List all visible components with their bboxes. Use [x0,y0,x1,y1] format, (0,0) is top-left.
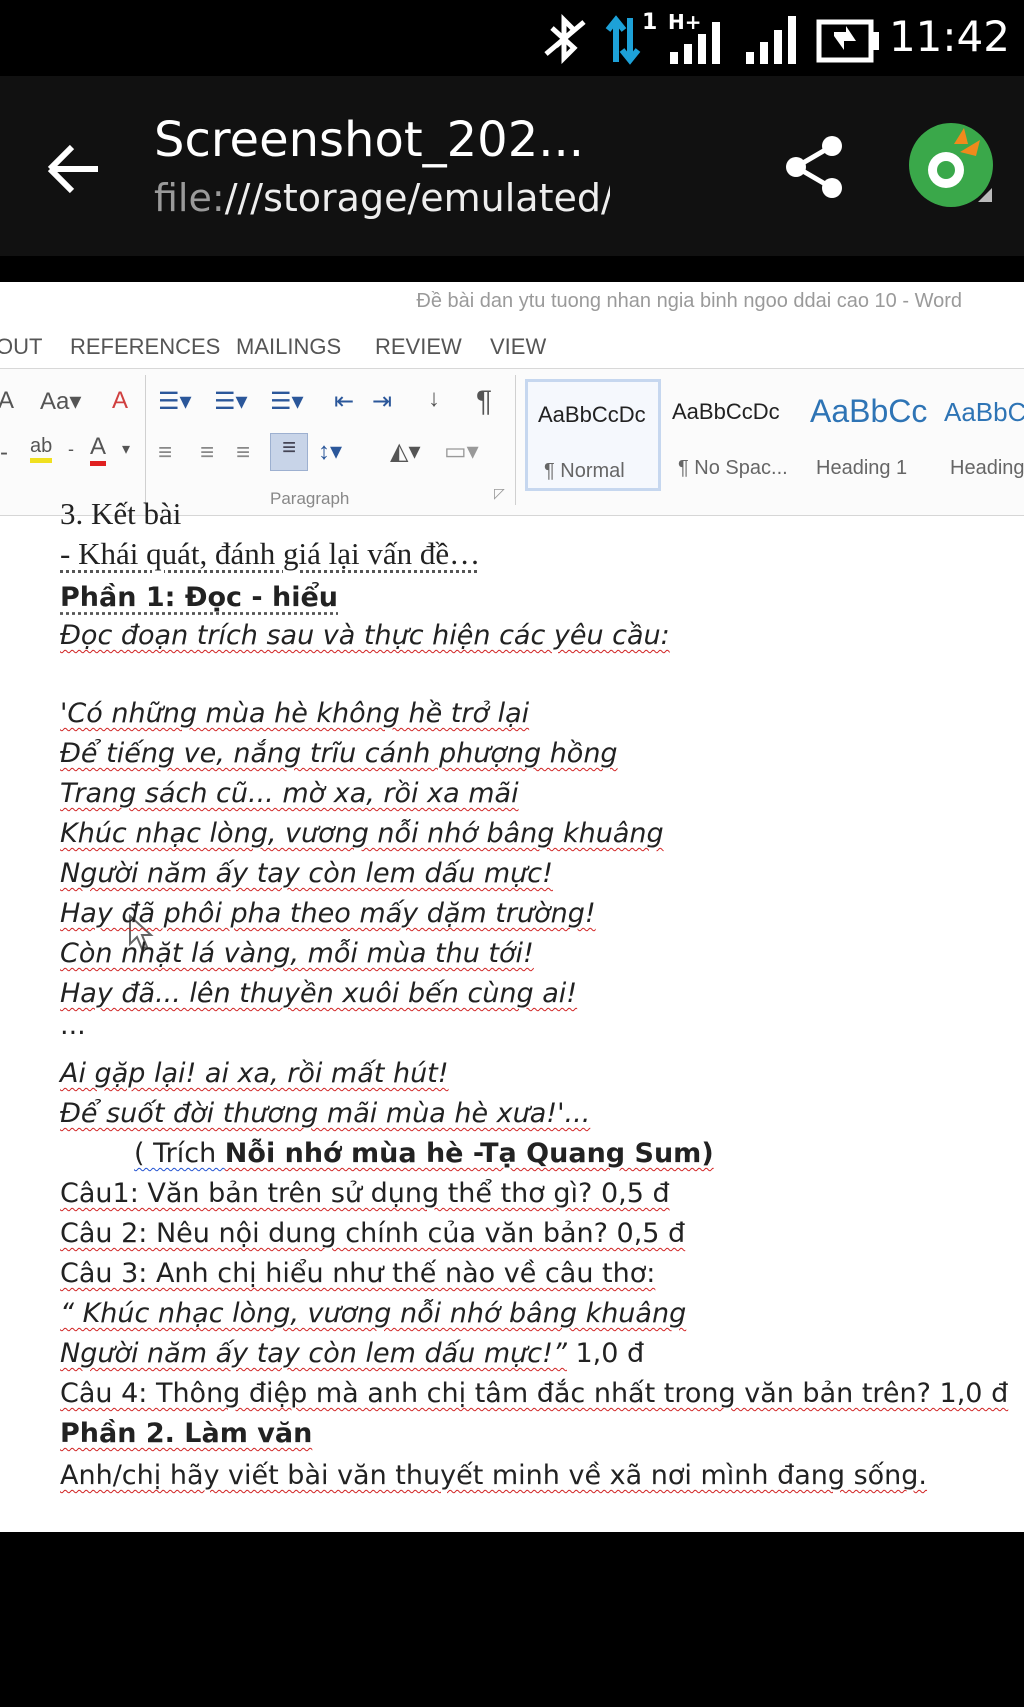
poem-line: Người năm ấy tay còn lem dấu mực! [60,858,553,889]
tab-review[interactable]: REVIEW [375,334,462,360]
poem-line: Để tiếng ve, nắng trĩu cánh phượng hồng [60,738,618,769]
coc-coc-browser-icon[interactable] [908,122,994,208]
sim-slot-label: 1 [642,10,658,35]
change-case-label: Aa [40,388,70,415]
tab-layout[interactable]: OUT [0,334,42,360]
tab-view[interactable]: VIEW [490,334,546,360]
tab-mailings[interactable]: MAILINGS [236,334,341,360]
highlight-icon[interactable]: ab [30,435,53,463]
document-body: 3. Kết bài - Khái quát, đánh giá lại vấn… [0,496,1024,1532]
question-line: Câu1: Văn bản trên sử dụng thể thơ gì? 0… [60,1178,670,1209]
style-name: ¶ No Spac... [678,457,788,479]
ribbon-tabs: OUT REFERENCES MAILINGS REVIEW VIEW [0,322,1024,369]
style-heading-2[interactable]: AaBbC Heading [934,379,1024,485]
clear-format-icon[interactable]: A [112,387,128,415]
ribbon: A Aa▾ A - ab - A ▾ ☰▾ ☰▾ ☰▾ ⇤ ⇥ ↓ ¶ ≡ ≡ … [0,369,1024,516]
style-sample: AaBbCcDc [538,402,646,427]
quote-points: 1,0 đ [566,1338,645,1369]
numbering-icon[interactable]: ☰▾ [214,387,248,416]
question-line: Câu 3: Anh chị hiểu như thế nào về câu t… [60,1258,656,1289]
source-line: ( Trích Nỗi nhớ mùa hè -Tạ Quang Sum) [134,1138,714,1169]
pilcrow-icon[interactable]: ¶ [476,385,492,419]
style-name: ¶ Normal [544,460,625,482]
document-title: Đề bài dan ytu tuong nhan ngia binh ngoo… [416,290,962,312]
poem-line: Hay đã phôi pha theo mấy dặm trường! [60,898,596,929]
signal-icon [746,16,796,64]
part2-task: Anh/chị hãy viết bài văn thuyết minh về … [60,1460,928,1491]
question-line: Câu 4: Thông điệp mà anh chị tâm đắc nhấ… [60,1378,1009,1409]
back-arrow-icon[interactable] [40,134,110,204]
app-bar: Screenshot_202... file:///storage/emulat… [0,76,1024,256]
share-icon[interactable] [780,132,850,202]
tab-references[interactable]: REFERENCES [70,334,220,360]
borders-icon[interactable]: ▭▾ [444,437,479,466]
data-transfer-icon [605,15,641,65]
style-sample: AaBbCc [810,393,928,429]
word-title-bar: Đề bài dan ytu tuong nhan ngia binh ngoo… [0,282,1024,322]
quote-text: Người năm ấy tay còn lem dấu mực!” [60,1338,567,1369]
dropdown-icon[interactable]: - [0,439,8,467]
style-heading-1[interactable]: AaBbCc Heading 1 [800,379,930,485]
signal-h-plus-icon [670,22,720,64]
separator [0,256,1024,282]
status-clock: 11:42 [888,12,1010,61]
style-name: Heading 1 [816,457,908,479]
poem-line: Hay đã... lên thuyền xuôi bến cùng ai! [60,978,578,1009]
sort-icon[interactable]: ↓ [428,385,440,413]
poem-line: Ai gặp lại! ai xa, rồi mất hút! [60,1058,449,1089]
question-line: Câu 2: Nêu nội dung chính của văn bản? 0… [60,1218,686,1249]
conclusion-line: - Khái quát, đánh giá lại vấn đề… [60,536,481,571]
instruction-line: Đọc đoạn trích sau và thực hiện các yêu … [60,620,670,651]
change-case-button[interactable]: Aa▾ [40,387,81,416]
poem-line: Để suốt đời thương mãi mùa hè xưa!'... [60,1098,591,1129]
line-spacing-icon[interactable]: ↕▾ [318,437,342,466]
style-sample: AaBbC [944,397,1024,427]
page-title: Screenshot_202... [154,112,585,168]
font-color-icon[interactable]: A [90,433,107,466]
url-scheme: file: [154,176,225,220]
url-text: file:///storage/emulated/( [154,176,610,220]
dialog-launcher-icon[interactable]: ◸ [494,485,505,502]
style-normal[interactable]: AaBbCcDc ¶ Normal [525,379,661,491]
poem-line: Trang sách cũ... mờ xa, rồi xa mãi [60,778,519,809]
paragraph-group-label: Paragraph [270,489,350,508]
url-path: ///storage/emulated/( [224,176,610,220]
source-title: Nỗi nhớ mùa hè -Tạ Quang Sum) [224,1138,714,1169]
quote-line: “ Khúc nhạc lòng, vương nỗi nhớ bâng khu… [60,1298,687,1329]
style-sample: AaBbCcDc [672,399,780,424]
align-left-icon[interactable]: ≡ [158,439,172,467]
group-divider [145,375,146,505]
font-grow-icon[interactable]: A [0,387,14,415]
cut-line: 3. Kết bài [60,496,182,531]
chevron-down-icon[interactable]: ▾ [122,439,130,459]
chevron-down-icon[interactable]: - [68,439,74,460]
part1-heading: Phần 1: Đọc - hiểu [60,582,339,613]
quote-line-2: Người năm ấy tay còn lem dấu mực!” 1,0 đ [60,1338,644,1369]
battery-charging-icon [816,19,879,63]
decrease-indent-icon[interactable]: ⇤ [334,387,354,416]
group-divider [515,375,516,505]
shading-icon[interactable]: ◭▾ [390,437,421,466]
poem-ellipsis: ... [60,1010,86,1041]
bluetooth-off-icon [544,14,586,64]
word-screenshot: Đề bài dan ytu tuong nhan ngia binh ngoo… [0,282,1024,1532]
multilevel-list-icon[interactable]: ☰▾ [270,387,304,416]
poem-line: Còn nhặt lá vàng, mỗi mùa thu tới! [60,938,534,969]
increase-indent-icon[interactable]: ⇥ [372,387,392,416]
status-bar: 1 H+ 11:42 [0,0,1024,76]
align-center-icon[interactable]: ≡ [200,439,214,467]
style-name: Heading [950,457,1024,479]
source-prefix: ( Trích [134,1138,225,1169]
poem-line: 'Có những mùa hè không hề trở lại [60,698,530,729]
justify-icon[interactable]: ≡ [270,433,308,471]
bullets-icon[interactable]: ☰▾ [158,387,192,416]
align-right-icon[interactable]: ≡ [236,439,250,467]
poem-line: Khúc nhạc lòng, vương nỗi nhớ bâng khuân… [60,818,664,849]
style-no-spacing[interactable]: AaBbCcDc ¶ No Spac... [662,379,792,485]
part2-heading: Phần 2. Làm văn [60,1418,313,1449]
